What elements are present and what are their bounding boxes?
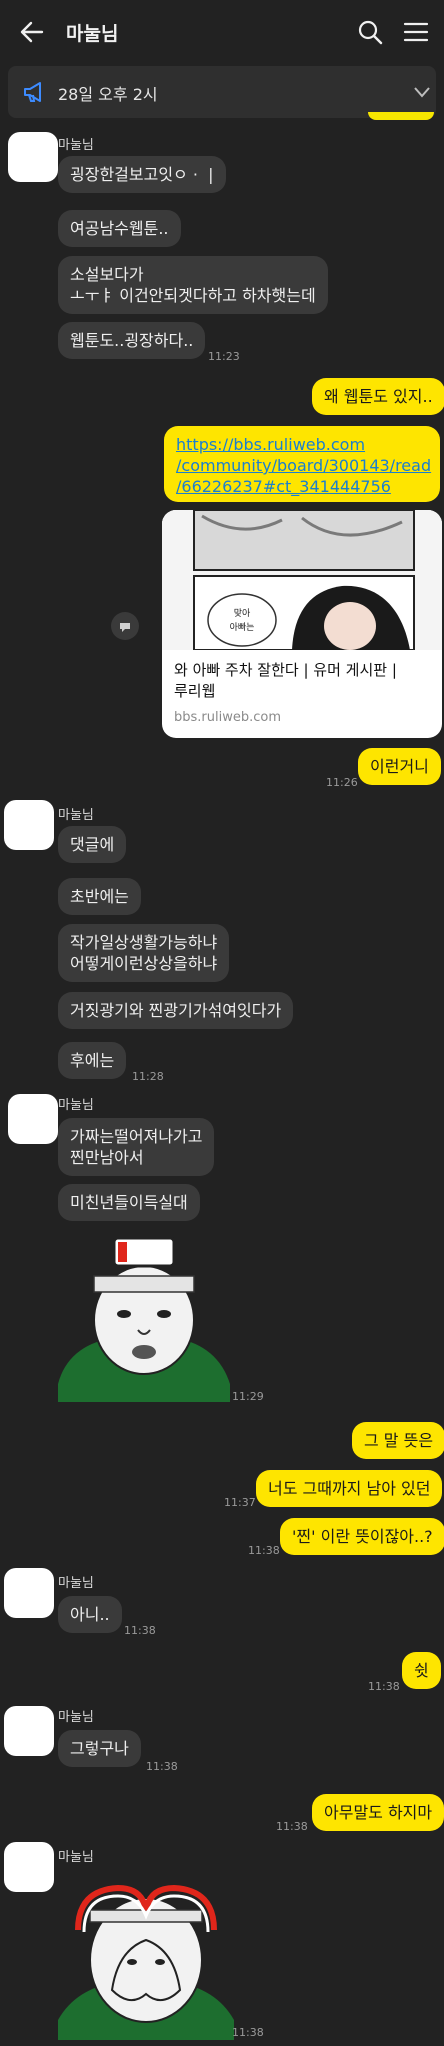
message-time: 11:38 (146, 1760, 178, 1773)
incoming-message[interactable]: 웹툰도..굉장하다.. (58, 322, 206, 359)
pinned-notice-bar[interactable]: 28일 오후 2시 (8, 66, 436, 118)
avatar[interactable] (4, 1706, 54, 1756)
avatar[interactable] (4, 1842, 54, 1892)
chat-title: 마눌님 (66, 23, 119, 45)
svg-text:맞아: 맞아 (234, 607, 251, 619)
incoming-message[interactable]: 미친년들이득실대 (58, 1184, 200, 1221)
incoming-message[interactable]: 거짓광기와 찐광기가섞여잇다가 (58, 992, 294, 1029)
outgoing-message[interactable]: 왜 웹툰도 있지.. (312, 378, 444, 415)
search-icon[interactable] (356, 18, 384, 46)
incoming-message[interactable]: 가짜는떨어져나가고 찐만남아서 (58, 1118, 215, 1176)
avatar[interactable] (4, 800, 54, 850)
avatar[interactable] (8, 132, 58, 182)
preview-image: 맞아 아빠는 (162, 510, 442, 650)
chevron-down-icon[interactable] (414, 86, 430, 98)
message-time: 11:38 (276, 1820, 308, 1833)
heart-hands-sticker[interactable] (58, 1870, 234, 2040)
megaphone-icon (24, 82, 41, 102)
sender-name: 마눌님 (58, 138, 94, 153)
message-time: 11:38 (232, 2026, 264, 2039)
incoming-message[interactable]: 여공남수웹툰.. (58, 210, 181, 247)
message-time: 11:38 (124, 1624, 156, 1637)
incoming-message[interactable]: 초반에는 (58, 878, 141, 915)
message-time: 11:26 (326, 776, 358, 789)
chat-header: 마눌님 (0, 0, 444, 64)
hamburger-menu-icon[interactable] (402, 18, 430, 46)
incoming-message[interactable]: 작가일상생활가능하냐 어떻게이런상상을하냐 (58, 924, 230, 982)
sender-name: 마눌님 (58, 808, 94, 823)
battery-face-sticker[interactable] (58, 1234, 230, 1402)
incoming-message[interactable]: 후에는 (58, 1042, 127, 1079)
incoming-message[interactable]: 소설보다가 ㅗㅜㅑ 이건안되겟다하고 하차햇는데 (58, 256, 328, 314)
outgoing-message[interactable]: 너도 그때까지 남아 있던 (256, 1470, 443, 1507)
speech-bubble-icon (120, 623, 130, 632)
svg-text:아빠는: 아빠는 (230, 622, 255, 633)
avatar[interactable] (4, 1568, 54, 1618)
outgoing-message[interactable]: 그 말 뜻은 (352, 1422, 444, 1459)
link-preview-card[interactable]: 맞아 아빠는 와 아빠 주차 잘한다 | 유머 게시판 | 루리웹 bbs.ru… (162, 510, 442, 738)
sender-name: 마눌님 (58, 1710, 94, 1725)
incoming-message[interactable]: 댓글에 (58, 826, 127, 863)
incoming-message[interactable]: 아니.. (58, 1596, 122, 1633)
outgoing-message[interactable]: 이런거니 (358, 748, 441, 785)
outgoing-message[interactable]: '찐' 이란 뜻이잖아..? (280, 1518, 444, 1555)
sender-name: 마눌님 (58, 1850, 94, 1865)
share-button[interactable] (111, 612, 139, 640)
message-time: 11:28 (132, 1070, 164, 1083)
message-time: 11:38 (248, 1544, 280, 1557)
preview-url: bbs.ruliweb.com (174, 710, 281, 725)
outgoing-message[interactable]: 아무말도 하지마 (312, 1794, 444, 1831)
message-time: 11:29 (232, 1390, 264, 1403)
partial-outgoing-bubble (368, 112, 434, 120)
sender-name: 마눌님 (58, 1576, 94, 1591)
preview-title: 와 아빠 주차 잘한다 | 유머 게시판 | 루리웹 (174, 661, 397, 700)
incoming-message[interactable]: 그렇구나 (58, 1730, 141, 1767)
notice-text: 28일 오후 2시 (58, 85, 158, 104)
message-time: 11:38 (368, 1680, 400, 1693)
back-arrow-icon[interactable] (18, 18, 46, 46)
message-time: 11:23 (208, 350, 240, 363)
message-time: 11:37 (224, 1496, 256, 1509)
avatar[interactable] (8, 1094, 58, 1144)
outgoing-link-message[interactable]: https://bbs.ruliweb.com /community/board… (164, 426, 440, 502)
outgoing-message[interactable]: 쉿 (402, 1652, 441, 1689)
incoming-message[interactable]: 굉장한걸보고잇ㅇ · | (58, 156, 226, 193)
sender-name: 마눌님 (58, 1098, 94, 1113)
